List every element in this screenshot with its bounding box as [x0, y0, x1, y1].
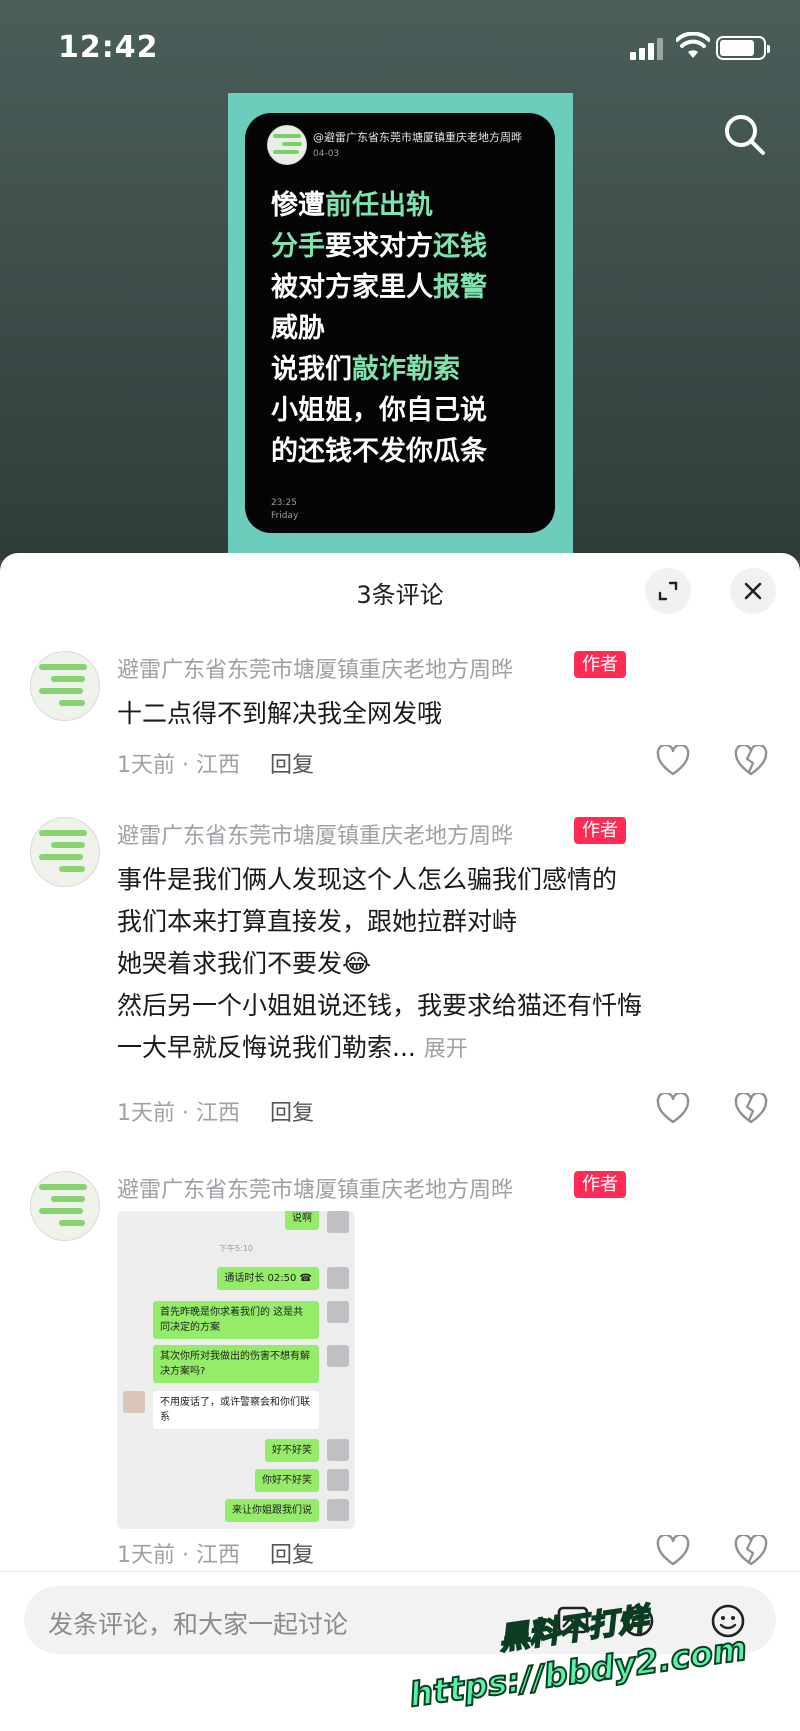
comment-line: 我们本来打算直接发，跟她拉群对峙	[117, 907, 518, 936]
comment-meta: 1天前 · 江西 回复	[117, 1095, 314, 1127]
chat-avatar	[327, 1301, 349, 1323]
post-author-avatar	[267, 125, 307, 165]
reply-button[interactable]: 回复	[270, 1543, 314, 1568]
status-time: 12:42	[58, 30, 159, 65]
headline-text: 的还钱不发你瓜条	[271, 436, 487, 467]
wifi-icon	[676, 32, 710, 58]
highlighted-text: 敲诈勒索	[352, 354, 460, 385]
cellular-signal-icon	[630, 38, 666, 60]
commenter-name[interactable]: 避雷广东省东莞市塘厦镇重庆老地方周晔	[117, 652, 513, 684]
post-handle: @避雷广东省东莞市塘厦镇重庆老地方周晔	[313, 131, 522, 144]
author-badge: 作者	[574, 817, 626, 844]
comment-image-chat-screenshot[interactable]: 说啊 下午5:10 通话时长 02:50 ☎ 首先昨晚是你求着我们的 这是共同决…	[117, 1211, 355, 1529]
post-date: 04-03	[313, 149, 340, 159]
comment-line: 事件是我们俩人发现这个人怎么骗我们感情的	[117, 865, 618, 894]
like-heart-icon[interactable]	[656, 1093, 690, 1125]
chat-avatar	[327, 1499, 349, 1521]
comment-text: 事件是我们俩人发现这个人怎么骗我们感情的 我们本来打算直接发，跟她拉群对峙 她哭…	[117, 859, 642, 1071]
headline-text: 惨遭	[271, 190, 325, 221]
author-badge: 作者	[574, 651, 626, 678]
close-button[interactable]	[730, 568, 776, 614]
commenter-name[interactable]: 避雷广东省东莞市塘厦镇重庆老地方周晔	[117, 818, 513, 850]
expand-comment-link[interactable]: 展开	[424, 1037, 468, 1062]
post-timestamp: 23:25 Friday	[271, 497, 298, 523]
comment-line: 她哭着求我们不要发😂	[117, 949, 372, 978]
commenter-avatar[interactable]	[30, 651, 100, 721]
dislike-heart-icon[interactable]	[734, 745, 768, 777]
post-headline-line: 威胁	[271, 308, 487, 349]
status-bar: 12:42	[0, 0, 800, 96]
comment-line: 十二点得不到解决我全网发哦	[117, 699, 443, 728]
chat-bubble: 来让你姐跟我们说	[225, 1499, 319, 1522]
highlighted-text: 还钱	[433, 231, 487, 262]
post-headline: 惨遭前任出轨 分手要求对方还钱 被对方家里人报警 威胁 说我们敲诈勒索 小姐姐，你自己说的…	[271, 185, 487, 472]
comment-item: 避雷广东省东莞市塘厦镇重庆老地方周晔 作者 十二点得不到解决我全网发哦 1天前 …	[0, 651, 800, 781]
chat-avatar	[123, 1391, 145, 1413]
comment-line: 一大早就反悔说我们勒索...	[117, 1033, 416, 1062]
expand-button[interactable]	[645, 568, 691, 614]
highlighted-text: 报警	[433, 272, 487, 303]
comment-time-location: 1天前 · 江西	[117, 1101, 240, 1126]
post-headline-line: 分手要求对方还钱	[271, 226, 487, 267]
chat-call-duration: 通话时长 02:50	[224, 1273, 297, 1284]
commenter-avatar[interactable]	[30, 1171, 100, 1241]
post-headline-line: 被对方家里人报警	[271, 267, 487, 308]
chat-avatar	[327, 1267, 349, 1289]
like-heart-icon[interactable]	[656, 745, 690, 777]
comment-line: 然后另一个小姐姐说还钱，我要求给猫还有忏悔	[117, 991, 643, 1020]
post-headline-line: 的还钱不发你瓜条	[271, 431, 487, 472]
post-day: Friday	[271, 511, 299, 521]
comment-item: 避雷广东省东莞市塘厦镇重庆老地方周晔 作者 说啊 下午5:10 通话时长 02:…	[0, 1171, 800, 1571]
chat-bubble: 你好不好笑	[255, 1469, 319, 1492]
chat-system-time: 下午5:10	[219, 1244, 253, 1253]
dislike-heart-icon[interactable]	[734, 1093, 768, 1125]
comment-item: 避雷广东省东莞市塘厦镇重庆老地方周晔 作者 事件是我们俩人发现这个人怎么骗我们感…	[0, 817, 800, 1137]
dislike-heart-icon[interactable]	[734, 1535, 768, 1567]
highlighted-text: 前任出轨	[325, 190, 433, 221]
chat-avatar	[327, 1439, 349, 1461]
post-image[interactable]: @避雷广东省东莞市塘厦镇重庆老地方周晔 04-03 惨遭前任出轨 分手要求对方还钱…	[245, 113, 555, 533]
chat-avatar	[327, 1211, 349, 1233]
chat-bubble: 好不好笑	[265, 1439, 319, 1462]
expand-icon	[658, 581, 678, 601]
close-icon	[744, 582, 762, 600]
comment-time-location: 1天前 · 江西	[117, 1543, 240, 1568]
reply-button[interactable]: 回复	[270, 1101, 314, 1126]
post-headline-line: 小姐姐，你自己说	[271, 390, 487, 431]
commenter-avatar[interactable]	[30, 817, 100, 887]
headline-text: 威胁	[271, 313, 325, 344]
chat-avatar	[327, 1345, 349, 1367]
input-divider	[0, 1571, 800, 1572]
chat-bubble: 首先昨晚是你求着我们的 这是共同决定的方案	[153, 1301, 319, 1339]
highlighted-text: 分手	[271, 231, 325, 262]
chat-bubble: 说啊	[285, 1211, 319, 1230]
battery-icon	[716, 36, 770, 60]
chat-call-bubble: 通话时长 02:50 ☎	[217, 1267, 319, 1290]
comment-meta: 1天前 · 江西 回复	[117, 1537, 314, 1569]
comment-time-location: 1天前 · 江西	[117, 753, 240, 778]
chat-bubble: 不用废话了，或许警察会和你们联系	[153, 1391, 319, 1429]
reply-button[interactable]: 回复	[270, 753, 314, 778]
post-headline-line: 惨遭前任出轨	[271, 185, 487, 226]
headline-text: 说我们	[271, 354, 352, 385]
chat-avatar	[327, 1469, 349, 1491]
commenter-name[interactable]: 避雷广东省东莞市塘厦镇重庆老地方周晔	[117, 1172, 513, 1204]
headline-text: 要求对方	[325, 231, 433, 262]
post-headline-line: 说我们敲诈勒索	[271, 349, 487, 390]
chat-bubble: 其次你所对我做出的伤害不想有解决方案吗?	[153, 1345, 319, 1383]
search-icon[interactable]	[720, 110, 770, 160]
comment-meta: 1天前 · 江西 回复	[117, 747, 314, 779]
headline-text: 被对方家里人	[271, 272, 433, 303]
like-heart-icon[interactable]	[656, 1535, 690, 1567]
comment-text: 十二点得不到解决我全网发哦	[117, 693, 442, 735]
headline-text: 小姐姐，你自己说	[271, 395, 487, 426]
comment-input-placeholder: 发条评论，和大家一起讨论	[48, 1610, 349, 1639]
post-time: 23:25	[271, 498, 297, 508]
author-badge: 作者	[574, 1171, 626, 1198]
